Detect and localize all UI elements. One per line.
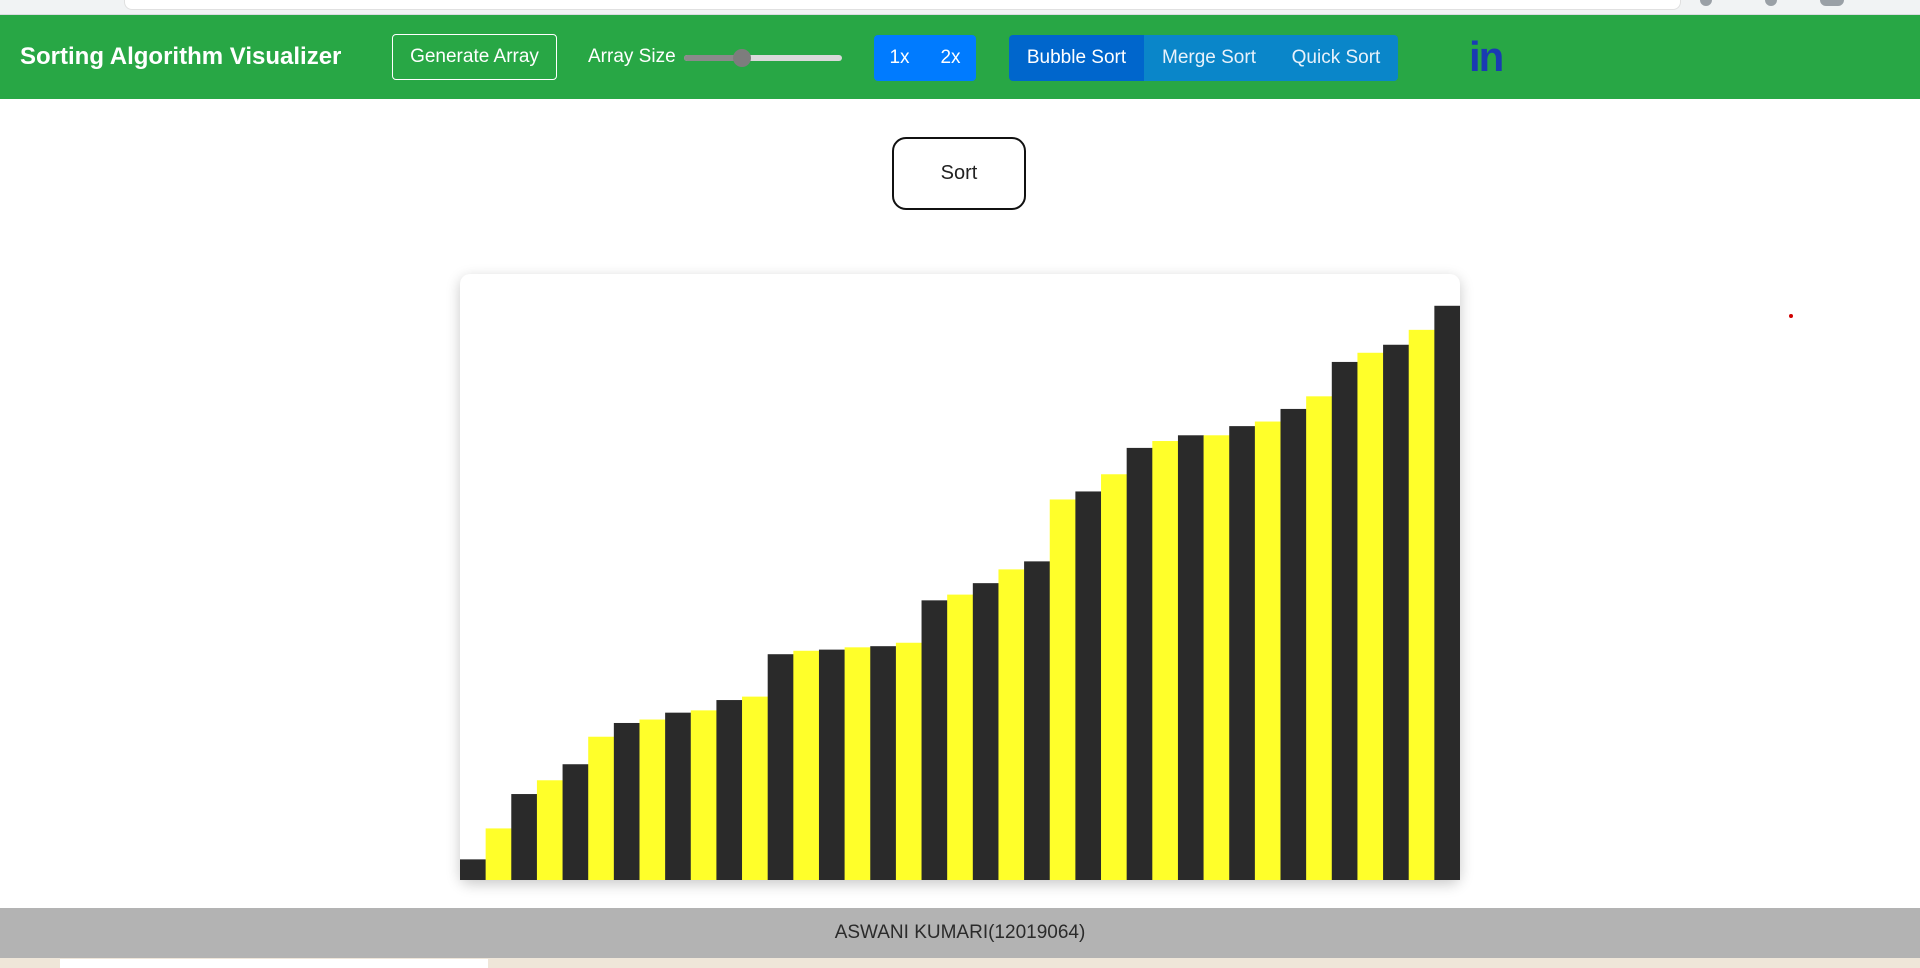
bar-19 [947, 594, 974, 880]
bar-33 [1306, 396, 1333, 880]
bar-23 [1049, 499, 1076, 880]
bar-4 [562, 764, 589, 880]
bar-31 [1254, 421, 1281, 880]
cursor-dot [1789, 314, 1793, 318]
speed-1x-button[interactable]: 1x [874, 35, 925, 81]
bar-7 [639, 719, 666, 880]
browser-menu-icon[interactable] [1765, 0, 1777, 6]
app-title: Sorting Algorithm Visualizer [20, 43, 342, 70]
bar-38 [1434, 305, 1460, 880]
bar-0 [460, 859, 486, 880]
speed-button-group: 1x 2x [874, 35, 976, 81]
profile-avatar[interactable] [1820, 0, 1844, 6]
linkedin-icon[interactable]: in [1469, 35, 1504, 79]
bar-30 [1229, 426, 1256, 880]
bar-32 [1280, 408, 1307, 880]
algorithm-button-group: Bubble Sort Merge Sort Quick Sort [1009, 35, 1398, 81]
speed-2x-button[interactable]: 2x [925, 35, 976, 81]
bar-chart [460, 305, 1460, 880]
bar-35 [1357, 352, 1384, 880]
address-bar[interactable] [124, 0, 1681, 10]
footer-author-text: ASWANI KUMARI(12019064) [834, 922, 1086, 943]
bar-18 [921, 600, 948, 880]
bar-3 [536, 780, 563, 880]
array-size-slider-thumb[interactable] [733, 49, 752, 67]
bar-1 [485, 828, 512, 880]
bar-13 [793, 650, 820, 880]
bar-28 [1177, 435, 1204, 880]
bar-29 [1203, 435, 1230, 880]
bar-2 [511, 794, 538, 880]
bar-16 [870, 646, 897, 880]
browser-toolbar [0, 0, 1920, 15]
bar-11 [742, 696, 768, 880]
quick-sort-button[interactable]: Quick Sort [1274, 35, 1398, 81]
footer: ASWANI KUMARI(12019064) [0, 908, 1920, 958]
sort-button[interactable]: Sort [892, 137, 1026, 210]
array-size-label: Array Size [588, 46, 676, 67]
bar-8 [665, 712, 692, 880]
bar-25 [1101, 474, 1127, 880]
bar-36 [1383, 344, 1410, 880]
bar-chart-container [460, 274, 1460, 880]
bar-22 [1024, 561, 1051, 880]
bar-6 [613, 722, 640, 880]
bar-15 [844, 647, 871, 880]
bar-17 [895, 642, 922, 880]
bar-26 [1126, 447, 1153, 880]
bar-12 [767, 654, 794, 880]
bar-5 [588, 736, 615, 880]
bar-37 [1408, 329, 1435, 880]
bar-24 [1075, 491, 1102, 880]
os-taskbar [0, 958, 1920, 968]
array-size-slider[interactable] [684, 49, 842, 67]
generate-array-button[interactable]: Generate Array [392, 34, 557, 80]
bar-27 [1152, 441, 1179, 880]
merge-sort-button[interactable]: Merge Sort [1144, 35, 1274, 81]
bar-9 [690, 710, 717, 880]
bar-34 [1331, 361, 1358, 880]
bar-21 [998, 569, 1025, 880]
bar-14 [818, 649, 845, 880]
taskbar-search[interactable] [60, 959, 488, 968]
browser-extension-icon[interactable] [1700, 0, 1712, 6]
bubble-sort-button[interactable]: Bubble Sort [1009, 35, 1144, 81]
navbar: Sorting Algorithm Visualizer Generate Ar… [0, 15, 1920, 99]
bar-10 [716, 700, 743, 880]
bar-20 [972, 583, 999, 880]
